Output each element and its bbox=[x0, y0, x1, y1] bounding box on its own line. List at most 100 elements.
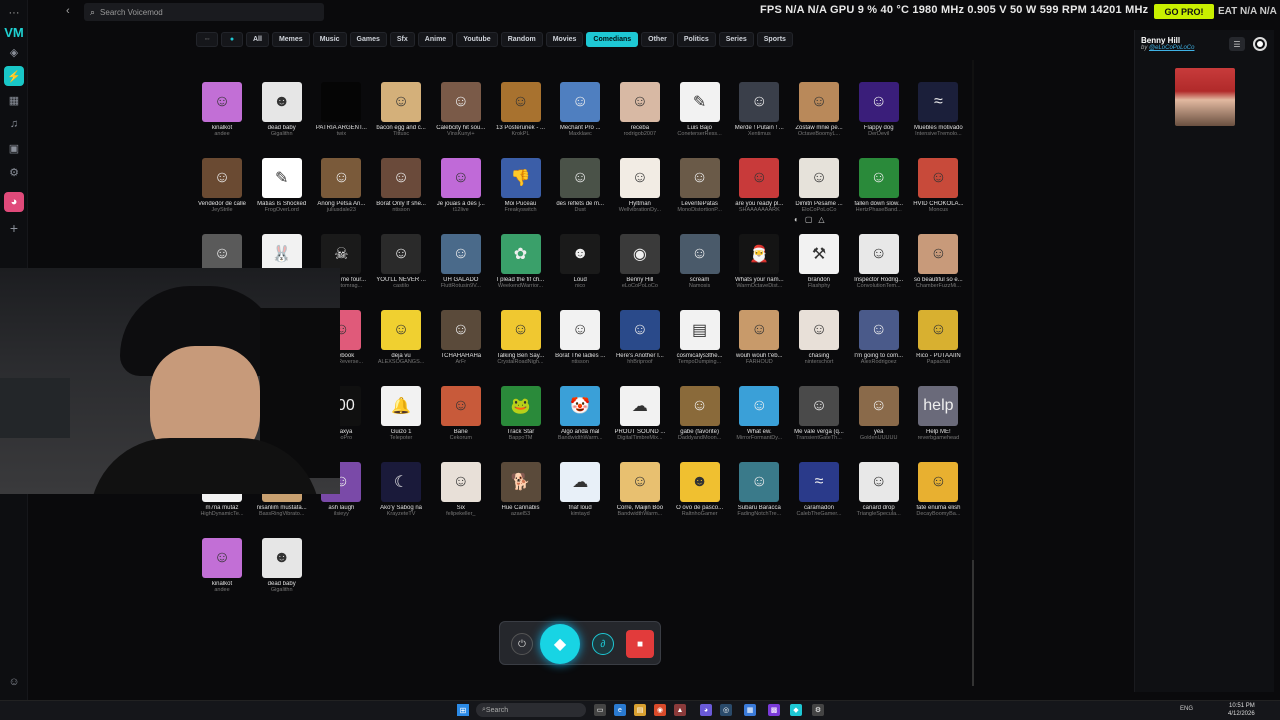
tab-movies[interactable]: Movies bbox=[545, 32, 584, 47]
sound-tile[interactable]: ☺ wouh wouh t'eb... FARHOUD bbox=[729, 310, 789, 386]
hear-myself-icon[interactable]: ∂ bbox=[592, 633, 614, 655]
sound-tile[interactable]: ≈ caramadon CalebTheGamer... bbox=[789, 462, 849, 538]
user-profile-icon[interactable]: ☺ bbox=[4, 672, 24, 692]
sound-tile[interactable]: ☺ des reflets de m... Dust bbox=[550, 158, 610, 234]
sound-tile[interactable]: ☺ fallen down slow... HertzPhaseBand... bbox=[849, 158, 909, 234]
settings-taskbar-icon[interactable]: ⚙ bbox=[812, 704, 824, 716]
sound-tile[interactable]: ☺ Borat Only If she... ntisson bbox=[371, 158, 431, 234]
sound-tile[interactable]: ☺ Talking Ben Say... CrystalRoadNigh... bbox=[491, 310, 551, 386]
sound-tile[interactable]: ◉ Benny Hill eLoCoPoLoCo bbox=[610, 234, 670, 310]
sound-tile[interactable]: ☺ kinalkot andee bbox=[192, 538, 252, 614]
tab-series[interactable]: Series bbox=[718, 32, 754, 47]
tab-politics[interactable]: Politics bbox=[676, 32, 716, 47]
sound-tile[interactable]: 🐸 Track Star BappoTM bbox=[491, 386, 551, 462]
sound-tile[interactable]: ☺ Vendedor de calle JeyStrile bbox=[192, 158, 252, 234]
sound-tile[interactable]: 🔔 Guizo 1 Telepoter bbox=[371, 386, 431, 462]
voice-changer-icon[interactable]: ◈ bbox=[4, 42, 24, 62]
tab-sfx[interactable]: Sfx bbox=[389, 32, 415, 47]
sound-tile[interactable]: ☺ scream Namosis bbox=[670, 234, 730, 310]
language-indicator[interactable]: ENG bbox=[1180, 706, 1193, 712]
sound-tile[interactable]: ☺ HVID CHOKOLA... Moncus bbox=[908, 158, 968, 234]
tab-comedians[interactable]: Comedians bbox=[586, 32, 639, 47]
sound-tile[interactable]: ☺ UH GALADO FluttRotusin9V... bbox=[431, 234, 491, 310]
tab-random[interactable]: Random bbox=[500, 32, 543, 47]
sound-tile[interactable]: ☺ Merde ! Putain ! ... Xentimus bbox=[729, 82, 789, 158]
sound-tile[interactable]: ≈ Muebles motivado IntensiveTremolo... bbox=[908, 82, 968, 158]
sound-tile[interactable]: ☺ YOU'LL NEVER ... castilo bbox=[371, 234, 431, 310]
sound-tile[interactable]: PATRIA ARGENT... twix bbox=[311, 82, 371, 158]
sound-tile[interactable]: ☺ deja vu ALEXSOGANGS... bbox=[371, 310, 431, 386]
sound-tile[interactable]: ☺ chasing ninterschort bbox=[789, 310, 849, 386]
tab-youtube[interactable]: Youtube bbox=[456, 32, 498, 47]
panel-author-link[interactable]: @eLoCoPoLoCo bbox=[1149, 45, 1194, 51]
favorite-icon[interactable]: △ bbox=[818, 215, 824, 229]
sound-tile[interactable]: ☁ PROUT SOUND ... DigitalTimbreMix... bbox=[610, 386, 670, 462]
sound-tile[interactable]: help Help ME! reverbgamehead bbox=[908, 386, 968, 462]
sound-tile[interactable]: ☺ yea GoldenUUUUU bbox=[849, 386, 909, 462]
add-soundboard-icon[interactable]: + bbox=[4, 218, 24, 238]
sound-tile[interactable]: ☺ Me vale verga (q... TransientGateTh... bbox=[789, 386, 849, 462]
sound-tile[interactable]: ☺ Calebcity hit sou... VinsKunyi+ bbox=[431, 82, 491, 158]
edge-icon[interactable]: e bbox=[614, 704, 626, 716]
sound-tile[interactable]: 🤡 Algo anda mal BandwidthWarm... bbox=[550, 386, 610, 462]
windows-start-icon[interactable]: ⊞ bbox=[457, 704, 469, 716]
sound-tile[interactable]: ☺ LeventePatas MonoDistortionP... bbox=[670, 158, 730, 234]
sound-tile[interactable]: ☻ O ovo de pasco... RaltnhoGamer bbox=[670, 462, 730, 538]
sound-tile[interactable]: ⚒ brandon Flashphy bbox=[789, 234, 849, 310]
favorites-toggle[interactable]: ◦◦ bbox=[196, 32, 218, 47]
sound-tile[interactable]: ☺ 13 Posterunek - ... KrokPL bbox=[491, 82, 551, 158]
volume-icon[interactable]: ◐ bbox=[794, 215, 799, 229]
sound-tile[interactable]: ☺ receba rodrigob2007 bbox=[610, 82, 670, 158]
voicemod-main-button[interactable]: ◆ bbox=[540, 624, 580, 664]
sound-tile[interactable]: ✿ I plead the fif ch... WeekendWarrior... bbox=[491, 234, 551, 310]
sound-tile[interactable]: ☻ dead baby Gigalithn bbox=[252, 82, 312, 158]
sound-tile[interactable]: ☺ What ew. MirrorFormantDy... bbox=[729, 386, 789, 462]
store-icon[interactable]: ▣ bbox=[4, 138, 24, 158]
stop-button[interactable]: ■ bbox=[626, 630, 654, 658]
twitch-icon[interactable]: ▩ bbox=[768, 704, 780, 716]
search-input[interactable]: ⌕ Search Voicemod bbox=[84, 3, 324, 21]
tab-memes[interactable]: Memes bbox=[271, 32, 310, 47]
tab-games[interactable]: Games bbox=[349, 32, 387, 47]
sound-tile[interactable]: ▤ cosmicalys3the... TempoDumping... bbox=[670, 310, 730, 386]
taskbar-clock[interactable]: 10:51 PM 4/12/2026 bbox=[1228, 702, 1255, 718]
sound-tile[interactable]: ☺ Hyltman WellvibrationDy... bbox=[610, 158, 670, 234]
go-pro-button[interactable]: GO PRO! bbox=[1154, 4, 1214, 19]
select-radio[interactable] bbox=[1253, 37, 1267, 51]
taskbar-search[interactable]: ⌕ Search bbox=[476, 703, 586, 717]
tab-anime[interactable]: Anime bbox=[417, 32, 454, 47]
scrollbar-thumb[interactable] bbox=[972, 560, 974, 686]
sound-tile[interactable]: ☺ Anong Petsa An... juliusdale23 bbox=[311, 158, 371, 234]
sound-tile[interactable]: ☺ Corre, Maijin Boo BandwidthWarm... bbox=[610, 462, 670, 538]
sound-tile[interactable]: ✎ Matias Is Shocked FrogOverLord bbox=[252, 158, 312, 234]
sound-tile[interactable]: 👎 Moi Puceau Freakyswitch bbox=[491, 158, 551, 234]
menu-icon[interactable]: ··· bbox=[4, 3, 24, 23]
sound-tile[interactable]: ☺ Here's Another I... hhBriproof bbox=[610, 310, 670, 386]
sound-tile[interactable]: ☺ so beautiful so e... ChamberFuzzMi... bbox=[908, 234, 968, 310]
globe-icon[interactable]: ● bbox=[221, 32, 243, 47]
sound-tile[interactable]: ☺ Inspector Rodrig... ConvolutionTem... bbox=[849, 234, 909, 310]
sound-tile[interactable]: ☺ Subaru Baracca FadingNotchTre... bbox=[729, 462, 789, 538]
sound-tile[interactable]: ☻ dead baby Gigalithn bbox=[252, 538, 312, 614]
apps-grid-icon[interactable]: ▦ bbox=[4, 90, 24, 110]
bell-icon[interactable]: ♫ bbox=[4, 114, 24, 134]
tab-all[interactable]: All bbox=[246, 32, 269, 47]
tab-sports[interactable]: Sports bbox=[756, 32, 793, 47]
sound-tile[interactable]: ✎ Luis Bajo ConeterserRess... bbox=[670, 82, 730, 158]
app-icon[interactable]: ▲ bbox=[674, 704, 686, 716]
sound-tile[interactable]: ☻ Loud nico bbox=[550, 234, 610, 310]
sound-tile[interactable]: ☺ Flappy dog DerDevil bbox=[849, 82, 909, 158]
tab-other[interactable]: Other bbox=[641, 32, 674, 47]
sound-tile[interactable]: ☾ Ako'y Sabog na KrayzeteTV bbox=[371, 462, 431, 538]
sound-tile[interactable]: ☺ Bane Cekorum bbox=[431, 386, 491, 462]
chrome-icon[interactable]: ◉ bbox=[654, 704, 666, 716]
soundboard-avatar-icon[interactable]: ◕ bbox=[4, 192, 24, 212]
explorer-icon[interactable]: ▤ bbox=[634, 704, 646, 716]
task-view-icon[interactable]: ▭ bbox=[594, 704, 606, 716]
gear-icon[interactable]: ⚙ bbox=[4, 162, 24, 182]
sound-tile[interactable]: ☺ canard drop TriangleSpecula... bbox=[849, 462, 909, 538]
discord-icon[interactable]: ◕ bbox=[700, 704, 712, 716]
sound-tile[interactable]: ☺ are you ready pl... SHAAAAAAARK bbox=[729, 158, 789, 234]
back-arrow-icon[interactable]: ‹ bbox=[66, 5, 70, 17]
sound-tile[interactable]: ☺ Je jouais a des j... t12live bbox=[431, 158, 491, 234]
